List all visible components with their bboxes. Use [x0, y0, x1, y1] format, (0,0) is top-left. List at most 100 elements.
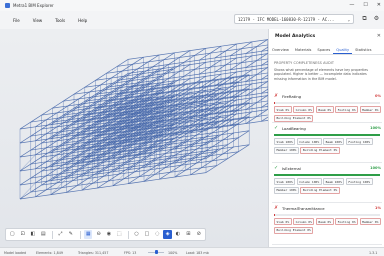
- model-selector-value: 12179 - IFC MODEL-160830-R-12179 - AC...: [238, 17, 335, 22]
- select-icon[interactable]: ◈: [163, 230, 172, 239]
- category-chip: Member 100%: [274, 186, 299, 194]
- orbit-icon[interactable]: ⊖: [94, 230, 102, 239]
- chevron-down-icon: ⌄: [347, 17, 350, 22]
- property-progress-fill: [274, 102, 276, 104]
- menu-view[interactable]: View: [33, 18, 43, 23]
- menu-tools[interactable]: Tools: [55, 18, 65, 23]
- category-chip: Column 100%: [296, 178, 322, 185]
- property-progress-fill: [274, 134, 380, 136]
- category-chip: Footing 0%: [335, 106, 359, 113]
- menu-file[interactable]: File: [13, 18, 20, 23]
- copy-icon[interactable]: ⧉: [360, 14, 369, 23]
- category-chip: Slab 100%: [274, 178, 296, 185]
- category-chip: Slab 0%: [274, 218, 292, 225]
- section-description: Shows what percentage of elements have k…: [274, 68, 368, 81]
- property-progress-fill: [274, 214, 276, 216]
- property-percent: 100%: [370, 126, 381, 130]
- status-triangles: Triangles: 311,457: [78, 250, 109, 255]
- close-icon[interactable]: ✕: [377, 33, 381, 39]
- section-icon[interactable]: ◐: [174, 230, 182, 239]
- category-chip: Building Element 0%: [300, 146, 340, 154]
- property-row[interactable]: ✗ FireRating 0% Slab 0% Column 0% Beam 0% Foot…: [272, 93, 382, 123]
- status-zoom: 100%: [168, 250, 178, 255]
- square-icon[interactable]: □: [143, 230, 151, 239]
- tab-materials[interactable]: Materials: [292, 46, 314, 54]
- circle-icon[interactable]: ○: [132, 230, 140, 239]
- property-chips: Slab 100% Column 100% Beam 100% Footing 100…: [274, 178, 382, 194]
- app-logo-icon: [5, 3, 10, 8]
- menu-help[interactable]: Help: [78, 18, 87, 23]
- check-icon: ✓: [274, 125, 279, 131]
- property-name: IsExternal: [282, 166, 301, 171]
- building-model-render[interactable]: [0, 29, 268, 247]
- maximize-button[interactable]: ☐: [363, 2, 367, 8]
- toolbar-divider: [52, 230, 54, 239]
- category-chip: Member 0%: [359, 218, 381, 225]
- property-chips: Slab 100% Column 100% Beam 100% Footing 100…: [274, 138, 382, 154]
- cross-icon: ✗: [274, 93, 279, 99]
- pan-icon[interactable]: ◌: [153, 230, 161, 239]
- category-chip: Footing 100%: [345, 178, 373, 185]
- property-percent: 1%: [375, 206, 381, 210]
- layers-icon[interactable]: ◧: [29, 230, 37, 239]
- property-header: ✗ FireRating 0%: [272, 93, 382, 101]
- category-chip: Footing 0%: [335, 218, 359, 225]
- app-window: Metra1 BIM Explorer — ☐ ✕ File View Tool…: [0, 0, 384, 256]
- property-row[interactable]: ✓ LoadBearing 100% Slab 100% Column 100% Beam…: [272, 125, 382, 163]
- category-chip: Member 0%: [359, 106, 381, 113]
- property-progress-bar: [274, 134, 380, 136]
- property-chips: Slab 0% Column 0% Beam 0% Footing 0% Member …: [274, 106, 382, 122]
- wrench-icon[interactable]: ✎: [67, 230, 75, 239]
- tab-statistics[interactable]: Statistics: [352, 46, 374, 54]
- category-chip: Member 100%: [274, 146, 299, 154]
- tab-overview[interactable]: Overview: [269, 46, 292, 54]
- cross-icon: ✗: [274, 205, 279, 211]
- category-chip: Column 100%: [296, 138, 322, 145]
- minimize-button[interactable]: —: [349, 2, 354, 8]
- window-title: Metra1 BIM Explorer: [13, 3, 54, 8]
- category-chip: Building Element 0%: [300, 186, 340, 194]
- property-row[interactable]: ✓ IsExternal 100% Slab 100% Column 100% Beam …: [272, 165, 382, 203]
- zoom-slider-handle[interactable]: [154, 250, 158, 254]
- analytics-panel: Model Analytics ✕ Overview Materials Spa…: [268, 29, 384, 247]
- settings-icon[interactable]: ⚙: [372, 14, 381, 23]
- property-name: FireRating: [282, 94, 302, 99]
- property-progress-bar: [274, 214, 380, 216]
- model-selector[interactable]: 12179 - IFC MODEL-160830-R-12179 - AC...…: [234, 14, 354, 24]
- category-chip: Beam 0%: [315, 218, 334, 225]
- toolbar-divider: [128, 230, 130, 239]
- measure-icon[interactable]: ⊞: [184, 230, 192, 239]
- status-load: Load: 183 mb: [186, 250, 209, 255]
- property-progress-bar: [274, 174, 380, 176]
- panel-tabs: Overview Materials Spaces Quality Statis…: [269, 46, 384, 55]
- fit-icon[interactable]: ⊡: [18, 230, 26, 239]
- expand-icon[interactable]: ⤢: [56, 230, 64, 239]
- property-row[interactable]: ✗ ThermalTransmittance 1% Slab 0% Column 0% B…: [272, 205, 382, 245]
- tab-quality[interactable]: Quality: [333, 46, 353, 54]
- close-window-button[interactable]: ✕: [377, 2, 381, 8]
- eye-icon[interactable]: ◉: [105, 230, 113, 239]
- title-bar: Metra1 BIM Explorer — ☐ ✕: [0, 0, 384, 11]
- grid-icon[interactable]: ▦: [84, 230, 93, 239]
- status-fps: FPS: 13: [124, 250, 137, 255]
- category-chip: Building Element 0%: [274, 114, 314, 122]
- tab-spaces[interactable]: Spaces: [314, 46, 333, 54]
- property-progress-fill: [274, 174, 380, 176]
- box-icon[interactable]: ▢: [8, 230, 16, 239]
- clip-icon[interactable]: ⊘: [195, 230, 203, 239]
- section-title: PROPERTY COMPLETENESS AUDIT: [274, 61, 335, 65]
- category-chip: Footing 100%: [345, 138, 373, 145]
- property-header: ✗ ThermalTransmittance 1%: [272, 205, 382, 213]
- viewport-toolbar: ▢ ⊡ ◧ ▤ ⤢ ✎ ▦ ⊖ ◉ ⬚ ○ □ ◌ ◈ ◐ ⊞ ⊘: [5, 228, 206, 241]
- property-percent: 100%: [370, 166, 381, 170]
- property-name: ThermalTransmittance: [282, 206, 325, 211]
- film-icon[interactable]: ▤: [39, 230, 47, 239]
- property-chips: Slab 0% Column 0% Beam 0% Footing 0% Member …: [274, 218, 382, 234]
- category-chip: Column 0%: [293, 106, 315, 113]
- cube-icon[interactable]: ⬚: [115, 230, 123, 239]
- 3d-viewport[interactable]: [0, 29, 268, 247]
- property-percent: 0%: [375, 94, 381, 98]
- check-icon: ✓: [274, 165, 279, 171]
- category-chip: Slab 0%: [274, 106, 292, 113]
- toolbar-divider: [80, 230, 81, 239]
